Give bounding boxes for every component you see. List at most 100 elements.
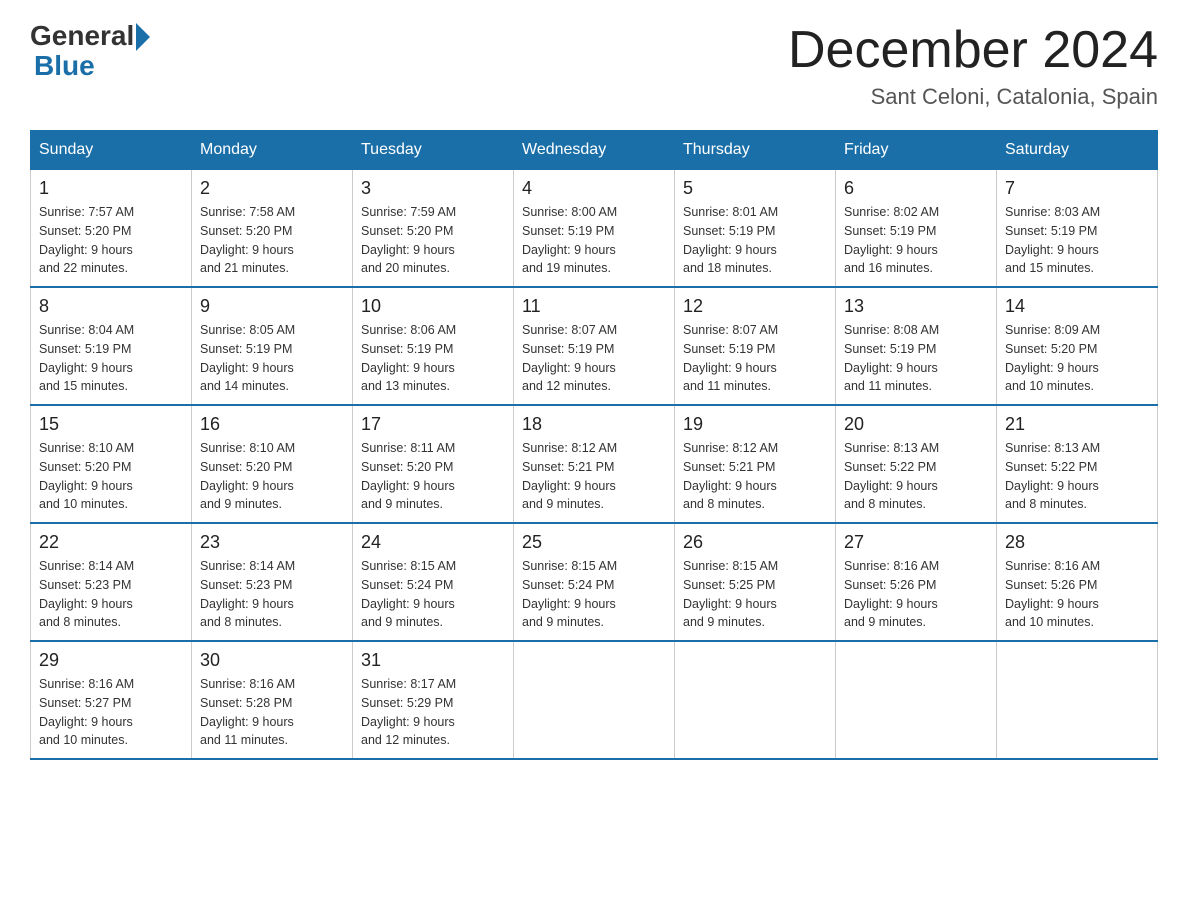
header-day-wednesday: Wednesday bbox=[514, 131, 675, 170]
day-info: Sunrise: 7:59 AMSunset: 5:20 PMDaylight:… bbox=[361, 203, 505, 278]
day-info: Sunrise: 8:13 AMSunset: 5:22 PMDaylight:… bbox=[1005, 439, 1149, 514]
day-number: 12 bbox=[683, 296, 827, 317]
day-number: 29 bbox=[39, 650, 183, 671]
calendar-cell: 22 Sunrise: 8:14 AMSunset: 5:23 PMDayligh… bbox=[31, 523, 192, 641]
day-info: Sunrise: 8:15 AMSunset: 5:24 PMDaylight:… bbox=[522, 557, 666, 632]
header-day-friday: Friday bbox=[836, 131, 997, 170]
day-info: Sunrise: 8:06 AMSunset: 5:19 PMDaylight:… bbox=[361, 321, 505, 396]
calendar-cell: 3 Sunrise: 7:59 AMSunset: 5:20 PMDaylight… bbox=[353, 170, 514, 288]
header-day-thursday: Thursday bbox=[675, 131, 836, 170]
day-number: 26 bbox=[683, 532, 827, 553]
day-number: 23 bbox=[200, 532, 344, 553]
day-number: 25 bbox=[522, 532, 666, 553]
calendar-body: 1Sunrise: 7:57 AMSunset: 5:20 PMDaylight… bbox=[31, 170, 1158, 760]
calendar-cell: 14Sunrise: 8:09 AMSunset: 5:20 PMDayligh… bbox=[997, 287, 1158, 405]
day-number: 28 bbox=[1005, 532, 1149, 553]
calendar-cell bbox=[997, 641, 1158, 759]
calendar-week-4: 22 Sunrise: 8:14 AMSunset: 5:23 PMDayligh… bbox=[31, 523, 1158, 641]
day-info: Sunrise: 8:16 AMSunset: 5:26 PMDaylight:… bbox=[844, 557, 988, 632]
day-number: 2 bbox=[200, 178, 344, 199]
day-info: Sunrise: 8:01 AMSunset: 5:19 PMDaylight:… bbox=[683, 203, 827, 278]
day-number: 9 bbox=[200, 296, 344, 317]
day-info: Sunrise: 8:16 AMSunset: 5:28 PMDaylight:… bbox=[200, 675, 344, 750]
header-row: SundayMondayTuesdayWednesdayThursdayFrid… bbox=[31, 131, 1158, 170]
calendar-table: SundayMondayTuesdayWednesdayThursdayFrid… bbox=[30, 130, 1158, 760]
day-number: 5 bbox=[683, 178, 827, 199]
calendar-cell: 25 Sunrise: 8:15 AMSunset: 5:24 PMDayligh… bbox=[514, 523, 675, 641]
day-info: Sunrise: 7:58 AMSunset: 5:20 PMDaylight:… bbox=[200, 203, 344, 278]
day-number: 16 bbox=[200, 414, 344, 435]
day-number: 17 bbox=[361, 414, 505, 435]
day-info: Sunrise: 8:16 AMSunset: 5:26 PMDaylight:… bbox=[1005, 557, 1149, 632]
header-day-tuesday: Tuesday bbox=[353, 131, 514, 170]
calendar-cell: 19 Sunrise: 8:12 AMSunset: 5:21 PMDayligh… bbox=[675, 405, 836, 523]
calendar-cell: 10Sunrise: 8:06 AMSunset: 5:19 PMDayligh… bbox=[353, 287, 514, 405]
calendar-week-2: 8Sunrise: 8:04 AMSunset: 5:19 PMDaylight… bbox=[31, 287, 1158, 405]
day-info: Sunrise: 8:03 AMSunset: 5:19 PMDaylight:… bbox=[1005, 203, 1149, 278]
calendar-cell: 13 Sunrise: 8:08 AMSunset: 5:19 PMDayligh… bbox=[836, 287, 997, 405]
calendar-week-3: 15 Sunrise: 8:10 AMSunset: 5:20 PMDayligh… bbox=[31, 405, 1158, 523]
logo: General Blue bbox=[30, 20, 150, 82]
day-number: 13 bbox=[844, 296, 988, 317]
calendar-cell: 4Sunrise: 8:00 AMSunset: 5:19 PMDaylight… bbox=[514, 170, 675, 288]
day-info: Sunrise: 8:14 AMSunset: 5:23 PMDaylight:… bbox=[200, 557, 344, 632]
calendar-cell: 21 Sunrise: 8:13 AMSunset: 5:22 PMDayligh… bbox=[997, 405, 1158, 523]
calendar-cell: 26 Sunrise: 8:15 AMSunset: 5:25 PMDayligh… bbox=[675, 523, 836, 641]
calendar-cell: 24 Sunrise: 8:15 AMSunset: 5:24 PMDayligh… bbox=[353, 523, 514, 641]
day-info: Sunrise: 8:08 AMSunset: 5:19 PMDaylight:… bbox=[844, 321, 988, 396]
calendar-cell: 11Sunrise: 8:07 AMSunset: 5:19 PMDayligh… bbox=[514, 287, 675, 405]
day-number: 1 bbox=[39, 178, 183, 199]
calendar-cell bbox=[514, 641, 675, 759]
calendar-cell: 6Sunrise: 8:02 AMSunset: 5:19 PMDaylight… bbox=[836, 170, 997, 288]
day-number: 6 bbox=[844, 178, 988, 199]
calendar-cell: 5 Sunrise: 8:01 AMSunset: 5:19 PMDaylight… bbox=[675, 170, 836, 288]
day-info: Sunrise: 8:12 AMSunset: 5:21 PMDaylight:… bbox=[683, 439, 827, 514]
header-day-sunday: Sunday bbox=[31, 131, 192, 170]
day-number: 22 bbox=[39, 532, 183, 553]
day-info: Sunrise: 8:07 AMSunset: 5:19 PMDaylight:… bbox=[683, 321, 827, 396]
day-info: Sunrise: 8:11 AMSunset: 5:20 PMDaylight:… bbox=[361, 439, 505, 514]
day-info: Sunrise: 8:07 AMSunset: 5:19 PMDaylight:… bbox=[522, 321, 666, 396]
calendar-cell: 8Sunrise: 8:04 AMSunset: 5:19 PMDaylight… bbox=[31, 287, 192, 405]
logo-triangle-icon bbox=[136, 23, 150, 51]
calendar-week-5: 29Sunrise: 8:16 AMSunset: 5:27 PMDayligh… bbox=[31, 641, 1158, 759]
day-number: 15 bbox=[39, 414, 183, 435]
day-info: Sunrise: 8:10 AMSunset: 5:20 PMDaylight:… bbox=[200, 439, 344, 514]
day-number: 7 bbox=[1005, 178, 1149, 199]
day-number: 19 bbox=[683, 414, 827, 435]
calendar-cell bbox=[836, 641, 997, 759]
day-number: 4 bbox=[522, 178, 666, 199]
calendar-cell: 31Sunrise: 8:17 AMSunset: 5:29 PMDayligh… bbox=[353, 641, 514, 759]
title-section: December 2024 Sant Celoni, Catalonia, Sp… bbox=[788, 20, 1158, 110]
calendar-cell: 15 Sunrise: 8:10 AMSunset: 5:20 PMDayligh… bbox=[31, 405, 192, 523]
calendar-header: SundayMondayTuesdayWednesdayThursdayFrid… bbox=[31, 131, 1158, 170]
day-number: 3 bbox=[361, 178, 505, 199]
calendar-title: December 2024 bbox=[788, 20, 1158, 80]
day-info: Sunrise: 8:15 AMSunset: 5:24 PMDaylight:… bbox=[361, 557, 505, 632]
day-info: Sunrise: 8:13 AMSunset: 5:22 PMDaylight:… bbox=[844, 439, 988, 514]
day-info: Sunrise: 8:12 AMSunset: 5:21 PMDaylight:… bbox=[522, 439, 666, 514]
calendar-cell: 9 Sunrise: 8:05 AMSunset: 5:19 PMDaylight… bbox=[192, 287, 353, 405]
calendar-cell: 17 Sunrise: 8:11 AMSunset: 5:20 PMDayligh… bbox=[353, 405, 514, 523]
calendar-cell: 20Sunrise: 8:13 AMSunset: 5:22 PMDayligh… bbox=[836, 405, 997, 523]
logo-general-text: General bbox=[30, 20, 134, 52]
calendar-cell: 16 Sunrise: 8:10 AMSunset: 5:20 PMDayligh… bbox=[192, 405, 353, 523]
calendar-cell: 27Sunrise: 8:16 AMSunset: 5:26 PMDayligh… bbox=[836, 523, 997, 641]
calendar-cell: 12 Sunrise: 8:07 AMSunset: 5:19 PMDayligh… bbox=[675, 287, 836, 405]
day-number: 21 bbox=[1005, 414, 1149, 435]
day-number: 30 bbox=[200, 650, 344, 671]
day-info: Sunrise: 8:05 AMSunset: 5:19 PMDaylight:… bbox=[200, 321, 344, 396]
calendar-cell: 28 Sunrise: 8:16 AMSunset: 5:26 PMDayligh… bbox=[997, 523, 1158, 641]
calendar-cell: 7 Sunrise: 8:03 AMSunset: 5:19 PMDaylight… bbox=[997, 170, 1158, 288]
day-info: Sunrise: 8:15 AMSunset: 5:25 PMDaylight:… bbox=[683, 557, 827, 632]
calendar-cell: 23 Sunrise: 8:14 AMSunset: 5:23 PMDayligh… bbox=[192, 523, 353, 641]
calendar-subtitle: Sant Celoni, Catalonia, Spain bbox=[788, 84, 1158, 110]
day-info: Sunrise: 8:14 AMSunset: 5:23 PMDaylight:… bbox=[39, 557, 183, 632]
day-info: Sunrise: 8:10 AMSunset: 5:20 PMDaylight:… bbox=[39, 439, 183, 514]
calendar-cell: 30 Sunrise: 8:16 AMSunset: 5:28 PMDayligh… bbox=[192, 641, 353, 759]
day-number: 24 bbox=[361, 532, 505, 553]
calendar-cell: 1Sunrise: 7:57 AMSunset: 5:20 PMDaylight… bbox=[31, 170, 192, 288]
page-header: General Blue December 2024 Sant Celoni, … bbox=[30, 20, 1158, 110]
calendar-week-1: 1Sunrise: 7:57 AMSunset: 5:20 PMDaylight… bbox=[31, 170, 1158, 288]
day-number: 18 bbox=[522, 414, 666, 435]
